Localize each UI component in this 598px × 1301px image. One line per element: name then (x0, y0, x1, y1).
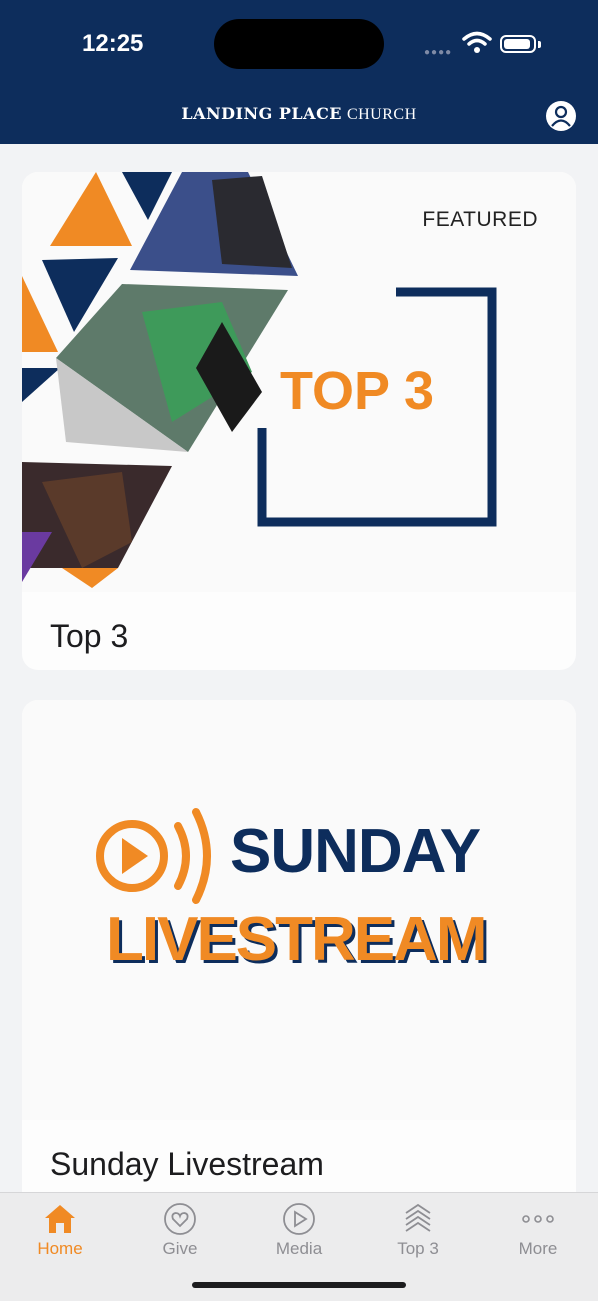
profile-icon[interactable] (545, 100, 577, 132)
livestream-line2: LIVESTREAM (106, 905, 488, 974)
layers-icon (405, 1203, 431, 1232)
top3-card[interactable]: TOP 3 FEATURED Top 3 (22, 172, 576, 670)
featured-badge: FEATURED (422, 208, 538, 231)
app-header: 12:25 ●●●● LANDING PLACE CHURCH (0, 0, 598, 144)
card-title: Top 3 (50, 618, 129, 654)
home-icon (45, 1205, 75, 1233)
home-indicator[interactable] (192, 1282, 406, 1288)
tab-media[interactable]: Media (239, 1201, 359, 1259)
tab-top3[interactable]: Top 3 (358, 1201, 478, 1259)
play-icon (283, 1203, 315, 1235)
tab-label: Top 3 (397, 1239, 439, 1258)
tab-label: Media (275, 1239, 323, 1258)
wifi-icon (462, 31, 492, 53)
more-icon (522, 1215, 554, 1223)
brand-light: CHURCH (346, 106, 417, 123)
brand-bold: LANDING PLACE (181, 104, 342, 123)
tab-home[interactable]: Home (0, 1201, 120, 1259)
tab-label: Give (162, 1239, 198, 1258)
top3-art-text: TOP 3 (280, 361, 435, 421)
brand-logo: LANDING PLACE CHURCH (0, 104, 598, 124)
status-time: 12:25 (82, 30, 144, 57)
signal-icon: ●●●● (424, 47, 453, 58)
dynamic-island (214, 19, 384, 69)
livestream-card[interactable]: SUNDAY LIVESTREAM Sunday Livestream (22, 700, 576, 1220)
tab-label: More (518, 1239, 558, 1258)
battery-cap (538, 41, 541, 48)
tab-label: Home (37, 1239, 83, 1258)
livestream-line1: SUNDAY (230, 817, 481, 886)
card-title: Sunday Livestream (50, 1146, 324, 1182)
battery-icon (500, 35, 536, 53)
tab-more[interactable]: More (478, 1201, 598, 1259)
tab-give[interactable]: Give (120, 1201, 240, 1259)
heart-icon (164, 1203, 196, 1235)
